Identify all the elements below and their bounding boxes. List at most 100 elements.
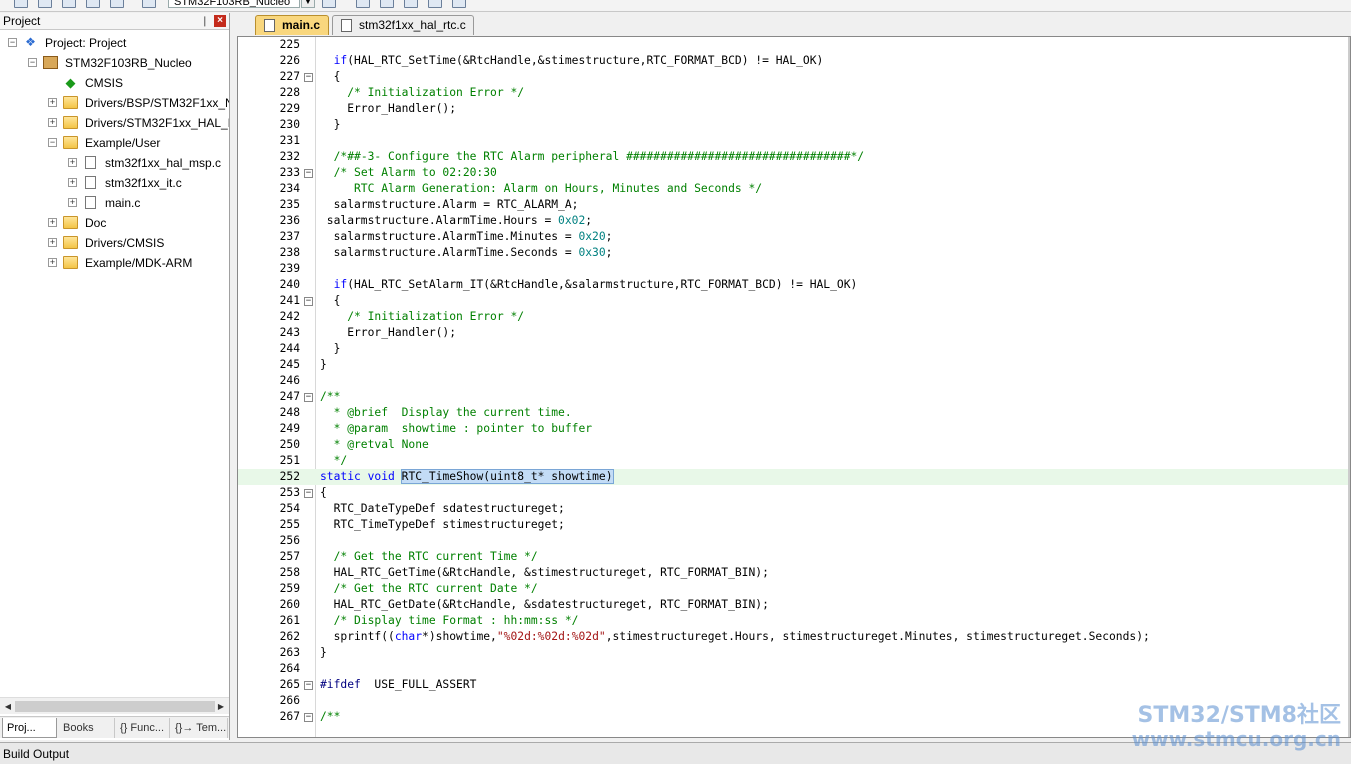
vertical-scrollbar[interactable] — [1348, 37, 1350, 737]
fold-collapse-icon[interactable]: − — [304, 713, 313, 722]
toolbar-icon[interactable] — [404, 0, 418, 8]
toolbar-icon[interactable] — [356, 0, 370, 8]
code-line[interactable]: 257 /* Get the RTC current Time */ — [238, 549, 1350, 565]
expand-icon[interactable]: + — [68, 158, 77, 167]
tree-item[interactable]: − ❖ Project: Project — [0, 33, 228, 53]
code-line[interactable]: 255 RTC_TimeTypeDef stimestructureget; — [238, 517, 1350, 533]
tab-functions[interactable]: {} Func... — [116, 718, 170, 738]
toolbar-icon[interactable] — [322, 0, 336, 8]
code-line[interactable]: 235 salarmstructure.Alarm = RTC_ALARM_A; — [238, 197, 1350, 213]
code-line[interactable]: 239 — [238, 261, 1350, 277]
expand-icon[interactable]: + — [48, 258, 57, 267]
code-line[interactable]: 246 — [238, 373, 1350, 389]
tree-item[interactable]: + Example/MDK-ARM — [0, 253, 228, 273]
target-select[interactable]: STM32F103RB_Nucleo — [168, 0, 300, 8]
tab-project[interactable]: Proj... — [2, 718, 57, 738]
code-line[interactable]: 247−/** — [238, 389, 1350, 405]
fold-collapse-icon[interactable]: − — [304, 169, 313, 178]
code-line[interactable]: 256 — [238, 533, 1350, 549]
code-line[interactable]: 234 RTC Alarm Generation: Alarm on Hours… — [238, 181, 1350, 197]
expand-icon[interactable]: + — [48, 118, 57, 127]
code-line[interactable]: 230 } — [238, 117, 1350, 133]
code-line[interactable]: 250 * @retval None — [238, 437, 1350, 453]
tab-books[interactable]: Books — [59, 718, 115, 738]
code-editor[interactable]: 225 226 if(HAL_RTC_SetTime(&RtcHandle,&st… — [237, 36, 1351, 738]
code-line[interactable]: 242 /* Initialization Error */ — [238, 309, 1350, 325]
code-line[interactable]: 245} — [238, 357, 1350, 373]
tree-item[interactable]: + Drivers/CMSIS — [0, 233, 228, 253]
toolbar-icon[interactable] — [14, 0, 28, 8]
code-line[interactable]: 238 salarmstructure.AlarmTime.Seconds = … — [238, 245, 1350, 261]
tree-item[interactable]: ◆ CMSIS — [0, 73, 228, 93]
code-line[interactable]: 237 salarmstructure.AlarmTime.Minutes = … — [238, 229, 1350, 245]
code-line[interactable]: 264 — [238, 661, 1350, 677]
code-line[interactable]: 233− /* Set Alarm to 02:20:30 — [238, 165, 1350, 181]
expand-icon[interactable]: + — [68, 198, 77, 207]
tree-item[interactable]: + Drivers/BSP/STM32F1xx_Nu — [0, 93, 229, 113]
collapse-icon[interactable]: − — [48, 138, 57, 147]
scroll-left-icon[interactable]: ◀ — [1, 700, 15, 713]
pin-icon[interactable]: ❘ — [201, 13, 209, 30]
code-line[interactable]: 261 /* Display time Format : hh:mm:ss */ — [238, 613, 1350, 629]
code-line[interactable]: 262 sprintf((char*)showtime,"%02d:%02d:%… — [238, 629, 1350, 645]
code-line[interactable]: 251 */ — [238, 453, 1350, 469]
expand-icon[interactable]: + — [48, 238, 57, 247]
code-line[interactable]: 231 — [238, 133, 1350, 149]
toolbar-icon[interactable] — [380, 0, 394, 8]
code-line[interactable]: 232 /*##-3- Configure the RTC Alarm peri… — [238, 149, 1350, 165]
tree-item[interactable]: − Example/User — [0, 133, 228, 153]
toolbar-icon[interactable] — [86, 0, 100, 8]
horizontal-scrollbar[interactable]: ◀ ▶ — [0, 697, 229, 714]
collapse-icon[interactable]: − — [28, 58, 37, 67]
code-line[interactable]: 254 RTC_DateTypeDef sdatestructureget; — [238, 501, 1350, 517]
tab-stm32f1xx-hal-rtc-c[interactable]: stm32f1xx_hal_rtc.c — [332, 15, 474, 35]
tree-item[interactable]: + Doc — [0, 213, 228, 233]
scroll-right-icon[interactable]: ▶ — [214, 700, 228, 713]
toolbar-icon[interactable] — [110, 0, 124, 8]
code-line[interactable]: 258 HAL_RTC_GetTime(&RtcHandle, &stimest… — [238, 565, 1350, 581]
toolbar-icon[interactable] — [38, 0, 52, 8]
fold-collapse-icon[interactable]: − — [304, 297, 313, 306]
code-line[interactable]: 225 — [238, 37, 1350, 53]
code-line[interactable]: 263} — [238, 645, 1350, 661]
fold-collapse-icon[interactable]: − — [304, 681, 313, 690]
toolbar-icon[interactable] — [452, 0, 466, 8]
tab-templates[interactable]: {}→ Tem... — [171, 718, 228, 738]
code-line[interactable]: 241− { — [238, 293, 1350, 309]
tree-item[interactable]: − STM32F103RB_Nucleo — [0, 53, 228, 73]
tab-main-c[interactable]: main.c — [255, 15, 329, 35]
expand-icon[interactable]: + — [48, 218, 57, 227]
expand-icon[interactable]: + — [48, 98, 57, 107]
tree-item[interactable]: + stm32f1xx_it.c — [0, 173, 228, 193]
tree-item-label: Drivers/STM32F1xx_HAL_Dr — [85, 116, 229, 130]
code-line[interactable]: 259 /* Get the RTC current Date */ — [238, 581, 1350, 597]
code-line[interactable]: 236 salarmstructure.AlarmTime.Hours = 0x… — [238, 213, 1350, 229]
code-line[interactable]: 260 HAL_RTC_GetDate(&RtcHandle, &sdatest… — [238, 597, 1350, 613]
code-line[interactable]: 252 static void RTC_TimeShow(uint8_t* sho… — [238, 469, 1350, 485]
collapse-icon[interactable]: − — [8, 38, 17, 47]
tree-item[interactable]: + stm32f1xx_hal_msp.c — [0, 153, 228, 173]
tree-item[interactable]: + main.c — [0, 193, 228, 213]
toolbar-icon[interactable] — [428, 0, 442, 8]
tree-item[interactable]: + Drivers/STM32F1xx_HAL_Dr — [0, 113, 229, 133]
code-line[interactable]: 253−{ — [238, 485, 1350, 501]
close-icon[interactable]: × — [214, 15, 226, 27]
code-line[interactable]: 240 if(HAL_RTC_SetAlarm_IT(&RtcHandle,&s… — [238, 277, 1350, 293]
fold-collapse-icon[interactable]: − — [304, 73, 313, 82]
code-line[interactable]: 229 Error_Handler(); — [238, 101, 1350, 117]
code-line[interactable]: 226 if(HAL_RTC_SetTime(&RtcHandle,&stime… — [238, 53, 1350, 69]
toolbar-icon[interactable] — [142, 0, 156, 8]
code-line[interactable]: 265− #ifdef USE_FULL_ASSERT — [238, 677, 1350, 693]
expand-icon[interactable]: + — [68, 178, 77, 187]
code-line[interactable]: 244 } — [238, 341, 1350, 357]
scrollbar-thumb[interactable] — [15, 701, 215, 712]
chevron-down-icon[interactable]: ▼ — [301, 0, 315, 8]
code-line[interactable]: 243 Error_Handler(); — [238, 325, 1350, 341]
code-line[interactable]: 227− { — [238, 69, 1350, 85]
code-line[interactable]: 249 * @param showtime : pointer to buffe… — [238, 421, 1350, 437]
code-line[interactable]: 248 * @brief Display the current time. — [238, 405, 1350, 421]
code-line[interactable]: 228 /* Initialization Error */ — [238, 85, 1350, 101]
fold-collapse-icon[interactable]: − — [304, 489, 313, 498]
toolbar-icon[interactable] — [62, 0, 76, 8]
fold-collapse-icon[interactable]: − — [304, 393, 313, 402]
